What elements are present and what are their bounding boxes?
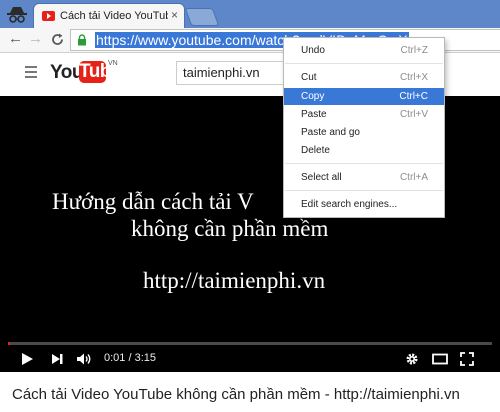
incognito-icon (7, 7, 27, 23)
context-menu: Undo Ctrl+Z Cut Ctrl+X Copy Ctrl+C Paste… (283, 37, 445, 218)
settings-gear-icon[interactable] (405, 352, 419, 366)
menu-icon[interactable] (25, 66, 37, 78)
video-caption-line-1: Hướng dẫn cách tải V (52, 189, 254, 214)
tab-close-icon[interactable]: × (171, 9, 178, 21)
youtube-favicon-icon (42, 11, 55, 21)
new-tab-button[interactable] (184, 8, 220, 26)
menu-item-paste-and-go[interactable]: Paste and go (284, 124, 444, 141)
tab-strip: Cách tải Video YouTube k × (0, 0, 500, 28)
menu-item-shortcut: Ctrl+X (399, 72, 428, 83)
menu-item-label: Paste and go (301, 127, 360, 138)
menu-item-select-all[interactable]: Select all Ctrl+A (284, 169, 444, 186)
time-display: 0:01 / 3:15 (104, 352, 156, 364)
reload-icon[interactable] (50, 32, 65, 47)
menu-item-paste[interactable]: Paste Ctrl+V (284, 106, 444, 123)
progress-bar[interactable] (8, 342, 492, 345)
forward-arrow-icon[interactable]: → (28, 31, 43, 47)
lock-icon (78, 34, 86, 46)
menu-item-label: Select all (301, 172, 342, 183)
youtube-logo-region: VN (108, 60, 118, 67)
youtube-logo-tube[interactable]: Tube (79, 61, 121, 83)
tab-title: Cách tải Video YouTube k (60, 10, 168, 22)
menu-item-label: Copy (301, 91, 325, 102)
menu-item-shortcut: Ctrl+C (399, 91, 428, 102)
menu-item-copy[interactable]: Copy Ctrl+C (284, 88, 444, 105)
menu-item-label: Delete (301, 145, 330, 156)
play-icon[interactable] (20, 352, 34, 366)
menu-separator (285, 63, 443, 64)
video-caption-line-2: không cần phần mềm (131, 216, 329, 241)
menu-item-label: Edit search engines... (301, 199, 398, 210)
fullscreen-icon[interactable] (460, 352, 474, 366)
volume-icon[interactable] (76, 352, 92, 366)
theater-mode-icon[interactable] (432, 352, 448, 366)
menu-item-label: Undo (301, 45, 325, 56)
video-title[interactable]: Cách tải Video YouTube không cần phần mề… (12, 386, 460, 403)
menu-item-label: Paste (301, 109, 327, 120)
menu-separator (285, 163, 443, 164)
menu-item-delete[interactable]: Delete (284, 142, 444, 159)
video-caption-line-3: http://taimienphi.vn (143, 268, 326, 293)
menu-item-edit-search-engines[interactable]: Edit search engines... (284, 196, 444, 213)
menu-item-shortcut: Ctrl+A (399, 172, 428, 183)
browser-tab-active[interactable]: Cách tải Video YouTube k × (34, 4, 184, 28)
menu-item-shortcut: Ctrl+Z (400, 45, 429, 56)
next-icon[interactable] (50, 352, 64, 366)
back-arrow-icon[interactable]: ← (8, 31, 23, 47)
menu-separator (285, 190, 443, 191)
menu-item-cut[interactable]: Cut Ctrl+X (284, 69, 444, 86)
menu-item-undo[interactable]: Undo Ctrl+Z (284, 42, 444, 59)
progress-fill (8, 342, 11, 345)
menu-item-shortcut: Ctrl+V (399, 109, 428, 120)
menu-item-label: Cut (301, 72, 317, 83)
